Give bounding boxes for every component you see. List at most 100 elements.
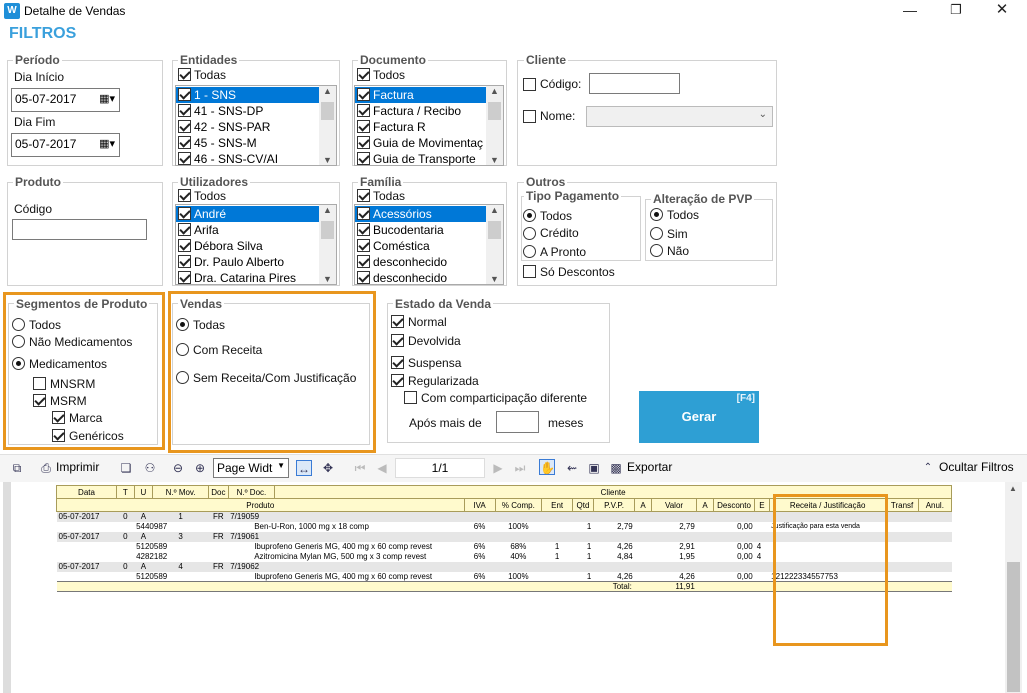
estado-label: Estado da Venda <box>393 297 494 311</box>
save-icon[interactable]: ▩ <box>608 460 624 476</box>
entidades-list[interactable]: 1 - SNS 41 - SNS-DP 42 - SNS-PAR 45 - SN… <box>175 85 337 166</box>
list-item[interactable]: Factura R <box>355 119 487 135</box>
gerar-button[interactable]: Gerar [F4] <box>639 391 759 443</box>
documento-list[interactable]: Factura Factura / Recibo Factura R Guia … <box>354 85 504 166</box>
list-item[interactable]: 1 - SNS <box>176 87 320 103</box>
tipo-pronto-radio[interactable] <box>523 245 536 258</box>
list-item[interactable]: Coméstica <box>355 238 487 254</box>
utilizadores-all-checkbox[interactable] <box>178 189 191 202</box>
list-item[interactable]: 41 - SNS-DP <box>176 103 320 119</box>
ocultar-filtros-button[interactable]: Ocultar Filtros <box>939 460 1014 474</box>
scrollbar[interactable]: ▲ ▼ <box>486 205 503 284</box>
familia-all-checkbox[interactable] <box>357 189 370 202</box>
report-scrollbar[interactable]: ▲ <box>1005 482 1022 693</box>
imprimir-button[interactable]: Imprimir <box>56 460 99 474</box>
pvp-todos-radio[interactable] <box>650 208 663 221</box>
exportar-button[interactable]: Exportar <box>627 460 672 474</box>
list-item[interactable]: Arifa <box>176 222 320 238</box>
report-toolbar: ⧉ ⎙ Imprimir ❏ ⚇ ⊖ ⊕ Page Widt ▼ ↔ ✥ ⏮ ◀ … <box>0 454 1027 482</box>
list-item[interactable]: Dra. Catarina Pires <box>176 270 320 286</box>
close-button[interactable]: ✕ <box>979 0 1025 22</box>
documento-all-label: Todos <box>373 68 406 82</box>
page-input[interactable]: 1/1 <box>395 458 485 478</box>
prev-page-icon[interactable]: ◀ <box>374 460 390 476</box>
zoom-select[interactable]: Page Widt ▼ <box>213 458 289 478</box>
list-item[interactable]: desconhecido <box>355 270 487 286</box>
list-item[interactable]: Dr. Paulo Alberto <box>176 254 320 270</box>
highlight-box <box>168 291 376 453</box>
highlight-box <box>3 292 165 450</box>
scrollbar[interactable]: ▲ ▼ <box>486 86 503 165</box>
devolvida-checkbox[interactable] <box>391 334 404 347</box>
printer-icon[interactable]: ⎙ <box>38 460 54 476</box>
codigo-checkbox[interactable] <box>523 78 536 91</box>
highlight-box <box>773 494 888 646</box>
so-descontos-checkbox[interactable] <box>523 265 536 278</box>
list-item[interactable]: 42 - SNS-PAR <box>176 119 320 135</box>
nome-select[interactable]: ⌄ <box>586 106 773 127</box>
list-item[interactable]: Guia de Transporte <box>355 151 487 167</box>
documento-all-checkbox[interactable] <box>357 68 370 81</box>
suspensa-checkbox[interactable] <box>391 356 404 369</box>
chevron-down-icon: ⌄ <box>758 109 767 120</box>
list-item[interactable]: Factura <box>355 87 487 103</box>
list-item[interactable]: Débora Silva <box>176 238 320 254</box>
list-item[interactable]: Guia de Movimentaç <box>355 135 487 151</box>
minimize-button[interactable]: — <box>887 0 933 22</box>
binoculars-icon[interactable]: ⚇ <box>142 460 158 476</box>
fit-width-icon[interactable]: ↔ <box>296 460 312 476</box>
zoom-out-icon[interactable]: ⊖ <box>170 460 186 476</box>
regularizada-checkbox[interactable] <box>391 374 404 387</box>
tipo-credito-radio[interactable] <box>523 227 536 240</box>
list-item[interactable]: Acessórios <box>355 206 487 222</box>
produto-label: Produto <box>13 175 63 189</box>
zoom-in-icon[interactable]: ⊕ <box>192 460 208 476</box>
entidades-all-checkbox[interactable] <box>178 68 191 81</box>
nome-checkbox[interactable] <box>523 110 536 123</box>
outros-label: Outros <box>524 175 568 189</box>
maximize-button[interactable]: ❐ <box>933 0 979 22</box>
produto-codigo-input[interactable] <box>12 219 147 240</box>
end-date-value: 05-07-2017 <box>15 137 77 151</box>
last-page-icon[interactable]: ⏭ <box>512 460 528 476</box>
codigo-label: Código: <box>540 77 582 91</box>
list-item[interactable]: 45 - SNS-M <box>176 135 320 151</box>
end-date-picker[interactable]: 05-07-2017 ▦▾ <box>11 133 120 157</box>
fit-page-icon[interactable]: ✥ <box>320 460 336 476</box>
meses-input[interactable] <box>496 411 539 433</box>
list-item[interactable]: Bucodentaria <box>355 222 487 238</box>
select-tool-icon[interactable]: ⇜ <box>564 460 580 476</box>
calendar-icon[interactable]: ▦▾ <box>99 137 115 150</box>
calendar-icon[interactable]: ▦▾ <box>99 92 115 105</box>
hand-tool-icon[interactable]: ✋ <box>539 459 555 475</box>
filters-title: FILTROS <box>9 25 77 42</box>
pages-icon[interactable]: ❏ <box>118 460 134 476</box>
scrollbar[interactable]: ▲ ▼ <box>319 86 336 165</box>
familia-list[interactable]: Acessórios Bucodentaria Coméstica descon… <box>354 204 504 285</box>
chevron-up-icon[interactable]: ⌃ <box>920 460 936 476</box>
list-item[interactable]: desconhecido <box>355 254 487 270</box>
utilizadores-label: Utilizadores <box>178 175 251 189</box>
pvp-sim-radio[interactable] <box>650 227 663 240</box>
list-item[interactable]: 46 - SNS-CV/AI <box>176 151 320 167</box>
next-page-icon[interactable]: ▶ <box>490 460 506 476</box>
compart-label: Com comparticipação diferente <box>421 391 588 405</box>
first-page-icon[interactable]: ⏮ <box>352 460 368 476</box>
familia-label: Família <box>358 175 404 189</box>
periodo-label: Período <box>13 53 62 67</box>
list-item[interactable]: Factura / Recibo <box>355 103 487 119</box>
camera-icon[interactable]: ▣ <box>586 460 602 476</box>
copy-icon[interactable]: ⧉ <box>9 460 25 476</box>
cliente-codigo-input[interactable] <box>589 73 680 94</box>
list-item[interactable]: André <box>176 206 320 222</box>
utilizadores-list[interactable]: André Arifa Débora Silva Dr. Paulo Alber… <box>175 204 337 285</box>
scrollbar[interactable]: ▲ ▼ <box>319 205 336 284</box>
pvp-nao-radio[interactable] <box>650 244 663 257</box>
start-date-picker[interactable]: 05-07-2017 ▦▾ <box>11 88 120 112</box>
alteracao-pvp-group <box>645 199 773 261</box>
compart-checkbox[interactable] <box>404 391 417 404</box>
shortcut-hint: [F4] <box>736 393 755 404</box>
meses-label: meses <box>548 416 584 430</box>
normal-checkbox[interactable] <box>391 315 404 328</box>
tipo-todos-radio[interactable] <box>523 209 536 222</box>
